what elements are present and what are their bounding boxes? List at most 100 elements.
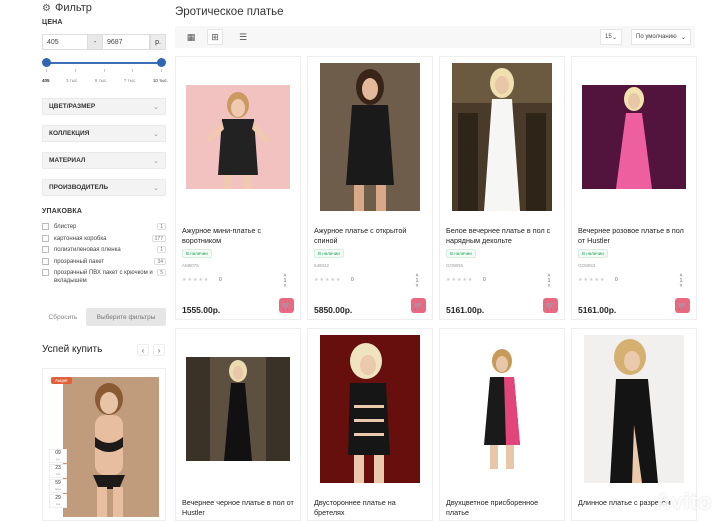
apply-filters-button[interactable]: Выберите фильтры — [86, 308, 166, 326]
sort-select[interactable]: По умолчанию ⌄ — [631, 29, 691, 45]
product-price: 5161.00р. — [578, 305, 617, 315]
pack-option-label: прозрачный ПВХ пакет с крючком и вкладыш… — [54, 270, 153, 284]
product-image[interactable] — [572, 57, 696, 217]
checkbox[interactable] — [42, 223, 49, 230]
price-slider-min-handle[interactable] — [42, 58, 51, 67]
checkbox[interactable] — [42, 235, 49, 242]
slider-tickmarks — [46, 69, 162, 73]
in-stock-badge: В наличии — [578, 249, 608, 258]
packaging-label: УПАКОВКА — [42, 208, 83, 215]
product-card[interactable]: Ажурное платье с открытой спиной В налич… — [307, 56, 433, 320]
accordion-manufacturer[interactable]: ПРОИЗВОДИТЕЛЬ ⌄ — [42, 179, 166, 196]
product-name[interactable]: Ажурное платье с открытой спиной — [314, 226, 428, 246]
cart-icon[interactable]: 🛒 — [411, 298, 426, 313]
pack-option[interactable]: блистер 1 — [42, 223, 166, 231]
price-slider-track[interactable] — [46, 62, 162, 64]
pack-option-count: 1 — [157, 246, 166, 253]
prev-arrow-icon[interactable]: ‹ — [137, 344, 149, 356]
accordion-label: КОЛЛЕКЦИЯ — [49, 130, 90, 137]
price-min-input[interactable]: 405 — [42, 34, 88, 50]
product-name[interactable]: Двустороннее платье на бретелях — [314, 498, 428, 518]
pack-option[interactable]: прозрачный пакет 34 — [42, 258, 166, 266]
quantity-stepper[interactable]: ˄ 1 ˅ — [678, 274, 684, 289]
product-image[interactable] — [440, 57, 564, 217]
product-card[interactable]: Белое вечернее платье в пол с нарядным д… — [439, 56, 565, 320]
catalog-toolbar: ▦ ⊞ ☰ 15 ⌄ По умолчанию ⌄ — [175, 26, 695, 48]
promo-card[interactable]: Акция 09 дн 23 час 59 мин 29 сек — [42, 368, 166, 521]
cart-icon[interactable]: 🛒 — [675, 298, 690, 313]
pack-option-count: 177 — [151, 235, 166, 242]
product-card[interactable]: Двухцветное присборенное платье — [439, 328, 565, 521]
sale-badge: Акция — [51, 377, 72, 384]
quantity-stepper[interactable]: ˄ 1 ˅ — [282, 274, 288, 289]
cart-icon[interactable]: 🛒 — [279, 298, 294, 313]
chevron-down-icon: ⌄ — [680, 34, 686, 41]
product-sku: GOWN3 — [578, 263, 596, 268]
product-image[interactable] — [308, 329, 432, 489]
tick-label: 3 тыс. — [65, 78, 79, 83]
grid-small-view-icon[interactable]: ▦ — [183, 29, 199, 45]
review-count: 0 — [351, 277, 354, 283]
chevron-down-icon: ⌄ — [153, 157, 159, 165]
avito-watermark: Avito — [655, 489, 712, 514]
in-stock-badge: В наличии — [314, 249, 344, 258]
grid-large-view-icon[interactable]: ⊞ — [207, 29, 223, 45]
tick-label: 10 тыс. — [152, 78, 168, 83]
pack-option[interactable]: картонная коробка 177 — [42, 235, 166, 243]
product-sku: 646042 — [314, 263, 330, 268]
filter-title: Фильтр — [54, 2, 92, 14]
checkbox[interactable] — [42, 269, 49, 276]
product-image[interactable] — [440, 329, 564, 489]
price-max-input[interactable]: 9687 — [102, 34, 150, 50]
per-page-select[interactable]: 15 ⌄ — [600, 29, 622, 45]
page-title: Эротическое платье — [175, 6, 284, 18]
pack-option[interactable]: прозрачный ПВХ пакет с крючком и вкладыш… — [42, 269, 166, 285]
list-view-icon[interactable]: ☰ — [235, 29, 251, 45]
product-card[interactable]: Двустороннее платье на бретелях — [307, 328, 433, 521]
checkbox[interactable] — [42, 246, 49, 253]
review-count: 0 — [615, 277, 618, 283]
next-arrow-icon[interactable]: › — [153, 344, 165, 356]
accordion-color-size[interactable]: ЦВЕТ/РАЗМЕР ⌄ — [42, 98, 166, 115]
promo-product-image[interactable] — [63, 377, 159, 517]
price-dash: - — [88, 34, 102, 50]
product-name[interactable]: Ажурное мини-платье с воротником — [182, 226, 296, 246]
rating-stars-icon: ★★★★★ — [446, 277, 474, 283]
checkbox[interactable] — [42, 258, 49, 265]
product-name[interactable]: Двухцветное присборенное платье — [446, 498, 560, 518]
review-count: 0 — [483, 277, 486, 283]
reset-button[interactable]: Сбросить — [42, 308, 84, 326]
pack-option-label: картонная коробка — [54, 236, 107, 242]
accordion-material[interactable]: МАТЕРИАЛ ⌄ — [42, 152, 166, 169]
chevron-down-icon: ⌄ — [153, 184, 159, 192]
product-card[interactable]: Вечернее розовое платье в пол от Hustler… — [571, 56, 697, 320]
countdown-timer: 09 дн 23 час 59 мин 29 сек — [49, 449, 67, 509]
accordion-label: ПРОИЗВОДИТЕЛЬ — [49, 184, 109, 191]
pack-option-count: 34 — [154, 258, 166, 265]
price-slider-max-handle[interactable] — [157, 58, 166, 67]
tick-label: 405 — [42, 78, 50, 83]
product-image[interactable] — [176, 329, 300, 489]
product-image[interactable] — [572, 329, 696, 489]
product-image[interactable] — [176, 57, 300, 217]
product-name[interactable]: Белое вечернее платье в пол с нарядным д… — [446, 226, 560, 246]
quantity-stepper[interactable]: ˄ 1 ˅ — [414, 274, 420, 289]
review-count: 0 — [219, 277, 222, 283]
product-image[interactable] — [308, 57, 432, 217]
accordion-collection[interactable]: КОЛЛЕКЦИЯ ⌄ — [42, 125, 166, 142]
rating-stars-icon: ★★★★★ — [578, 277, 606, 283]
product-name[interactable]: Вечернее черное платье в пол от Hustler — [182, 498, 296, 518]
quantity-stepper[interactable]: ˄ 1 ˅ — [546, 274, 552, 289]
timer-cell: 09 дн — [49, 449, 67, 463]
product-card[interactable]: Вечернее черное платье в пол от Hustler — [175, 328, 301, 521]
currency-label: р. — [150, 34, 166, 50]
sort-value: По умолчанию — [636, 34, 677, 40]
pack-option[interactable]: полиэтиленовая пленка 1 — [42, 246, 166, 254]
product-price: 1555.00р. — [182, 305, 221, 315]
sliders-icon: ⚙ — [42, 2, 51, 14]
product-name[interactable]: Вечернее розовое платье в пол от Hustler — [578, 226, 692, 246]
tick-label: 7 тыс. — [123, 78, 137, 83]
cart-icon[interactable]: 🛒 — [543, 298, 558, 313]
product-card[interactable]: Ажурное мини-платье с воротником В налич… — [175, 56, 301, 320]
filter-sidebar: ⚙ Фильтр ЦЕНА 405 - 9687 р. 405 3 тыс. 6… — [0, 0, 172, 521]
